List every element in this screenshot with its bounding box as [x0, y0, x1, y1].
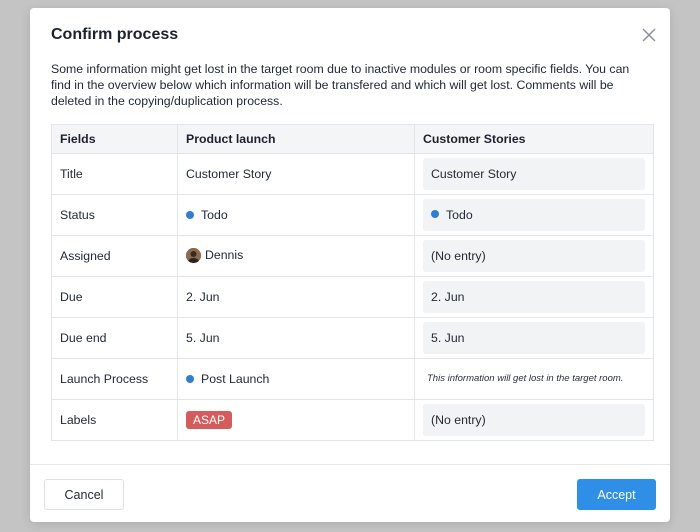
- target-value: 2. Jun: [423, 281, 645, 313]
- cancel-button[interactable]: Cancel: [44, 479, 124, 510]
- table-row: Assigned Dennis (No entry): [51, 235, 654, 277]
- status-dot-icon: [186, 374, 194, 383]
- target-value: Customer Story: [423, 158, 645, 190]
- information-lost-note: This information will get lost in the ta…: [427, 373, 624, 384]
- target-cell: This information will get lost in the ta…: [414, 358, 654, 400]
- field-name: Assigned: [51, 235, 178, 277]
- column-header-source-room: Product launch: [177, 124, 415, 154]
- status-dot-icon: [186, 210, 194, 219]
- target-cell: Todo: [414, 194, 654, 236]
- table-row: Status Todo Todo: [51, 194, 654, 236]
- table-row: Labels ASAP (No entry): [51, 399, 654, 441]
- field-name: Launch Process: [51, 358, 178, 400]
- source-cell: Todo: [177, 194, 415, 236]
- footer-divider: [30, 464, 670, 465]
- field-name: Due: [51, 276, 178, 318]
- dialog-description: Some information might get lost in the t…: [51, 62, 630, 108]
- status-dot-icon: [431, 210, 439, 218]
- table-row: Due end 5. Jun 5. Jun: [51, 317, 654, 359]
- source-value: Post Launch: [201, 372, 270, 386]
- target-cell: Customer Story: [414, 153, 654, 195]
- confirm-process-dialog: Confirm process Some information might g…: [30, 8, 670, 522]
- field-mapping-table: Fields Product launch Customer Stories T…: [51, 124, 654, 441]
- field-name: Status: [51, 194, 178, 236]
- field-name: Labels: [51, 399, 178, 441]
- source-value: 5. Jun: [177, 317, 415, 359]
- target-cell: 5. Jun: [414, 317, 654, 359]
- table-row: Due 2. Jun 2. Jun: [51, 276, 654, 318]
- table-header-row: Fields Product launch Customer Stories: [51, 124, 654, 154]
- source-value: Todo: [201, 208, 228, 222]
- target-value: (No entry): [423, 404, 645, 436]
- field-name: Title: [51, 153, 178, 195]
- dialog-title: Confirm process: [51, 26, 179, 43]
- source-cell: ASAP: [177, 399, 415, 441]
- column-header-fields: Fields: [51, 124, 178, 154]
- field-name: Due end: [51, 317, 178, 359]
- source-cell: Post Launch: [177, 358, 415, 400]
- target-value: Todo: [446, 208, 473, 222]
- source-value: 2. Jun: [177, 276, 415, 318]
- source-cell: Dennis: [177, 235, 415, 277]
- close-icon: [640, 26, 658, 44]
- source-value: Customer Story: [177, 153, 415, 195]
- avatar: [186, 247, 201, 263]
- target-cell: (No entry): [414, 399, 654, 441]
- table-row: Title Customer Story Customer Story: [51, 153, 654, 195]
- target-value: (No entry): [423, 240, 645, 272]
- source-value: Dennis: [205, 248, 244, 263]
- target-cell: (No entry): [414, 235, 654, 277]
- label-tag-asap: ASAP: [186, 411, 233, 429]
- column-header-target-room: Customer Stories: [414, 124, 654, 154]
- target-value-box: Todo: [423, 199, 645, 231]
- accept-button[interactable]: Accept: [577, 479, 656, 510]
- target-value: 5. Jun: [423, 322, 645, 354]
- target-cell: 2. Jun: [414, 276, 654, 318]
- table-row: Launch Process Post Launch This informat…: [51, 358, 654, 400]
- close-button[interactable]: [640, 26, 658, 44]
